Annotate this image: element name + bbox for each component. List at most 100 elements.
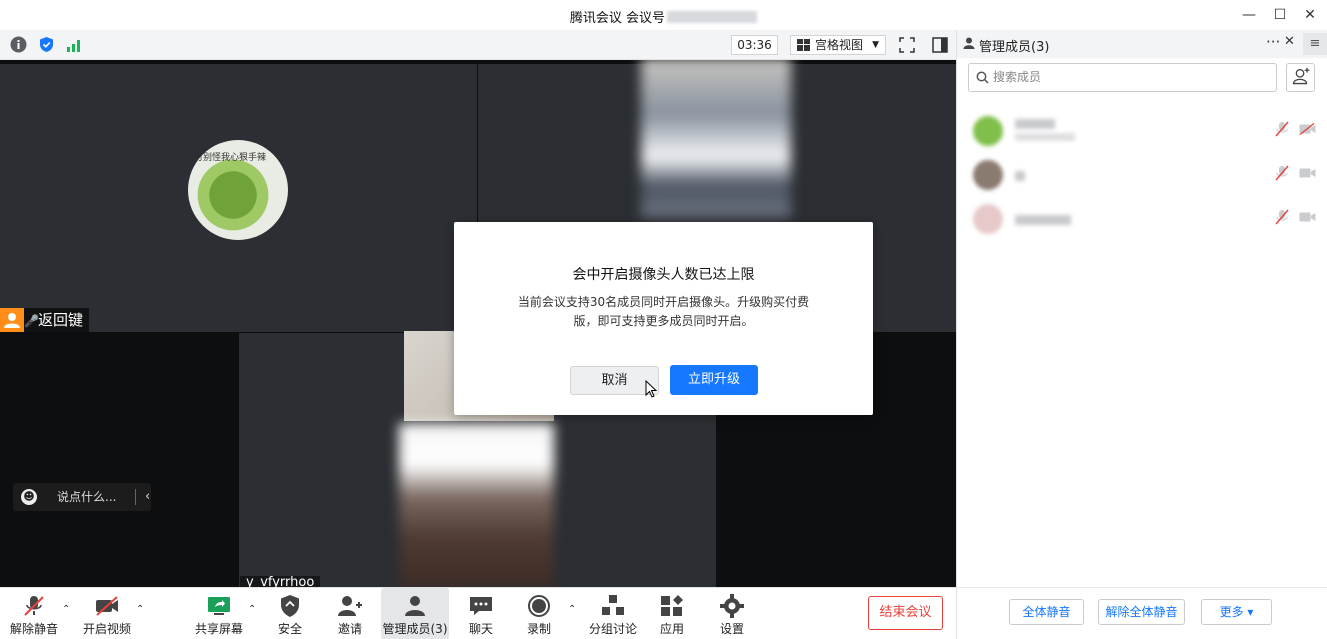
invite-icon [1292,67,1310,85]
mic-muted-icon[interactable] [1275,165,1289,181]
blurred-camera-feed [399,423,554,587]
chevron-up-icon[interactable]: ⌃ [248,604,256,615]
search-icon [976,71,989,84]
member-avatar [973,204,1003,234]
title-bar: 腾讯会议 会议号 — ☐ ✕ [0,0,1327,30]
manage-members-button[interactable]: 管理成员(3) [381,588,449,639]
menu-icon[interactable]: ≡ [1303,33,1327,55]
share-screen-icon [208,597,230,615]
meeting-id-redacted [667,11,758,23]
view-mode-select[interactable]: 宫格视图 ▼ [790,35,886,55]
apps-button[interactable]: 应用 [651,588,693,639]
record-label: 录制 [526,622,551,636]
member-row[interactable] [971,113,1316,149]
panel-header: 管理成员(3) ··· ✕ ≡ [957,30,1327,58]
fullscreen-icon[interactable] [899,37,915,53]
chat-placeholder: 说点什么... [57,490,117,504]
members-panel: 管理成员(3) ··· ✕ ≡ 搜索成员 全体静音 解除全体静音 更多 ▾ [956,30,1327,639]
security-button[interactable]: 安全 [268,588,312,639]
mute-all-button[interactable]: 全体静音 [1009,599,1084,625]
participant-name-bottom: y_vfyrrhoo [240,576,321,587]
dialog-body: 当前会议支持30名成员同时开启摄像头。升级购买付费版，即可支持更多成员同时开启。 [517,295,810,328]
user-icon [0,308,24,332]
chevron-up-icon[interactable]: ⌃ [568,604,576,615]
invite-button[interactable]: 邀请 [328,588,372,639]
upgrade-button[interactable]: 立即升级 [670,365,758,395]
maximize-button[interactable]: ☐ [1269,4,1291,26]
camera-icon[interactable] [1299,211,1316,223]
emoji-icon[interactable]: ☻ [21,489,37,505]
participant-avatar: 可别怪我心狠手辣 [188,140,288,240]
member-name-redacted [1015,215,1071,225]
meeting-timer: 03:36 [731,35,778,55]
minimize-button[interactable]: — [1238,4,1260,26]
chevron-left-icon[interactable]: ‹ [145,483,150,511]
add-user-icon [338,596,362,616]
meeting-toolbar: 03:36 宫格视图 ▼ [0,30,956,60]
member-search-input[interactable]: 搜索成员 [968,63,1277,92]
start-video-button[interactable]: 开启视频 [80,588,134,639]
panel-title: 管理成员(3) [979,40,1050,55]
grid-view-icon [797,39,810,51]
member-row[interactable] [971,157,1316,193]
shield-icon[interactable] [38,36,55,53]
meeting-controls: 解除静音 ⌃ 开启视频 ⌃ 共享屏幕 ⌃ 安全 邀请 管理成员(3) 聊天 录制… [0,587,956,639]
invite-member-button[interactable] [1286,63,1315,92]
settings-label: 设置 [719,622,744,636]
security-label: 安全 [277,622,302,636]
chevron-up-icon[interactable]: ⌃ [62,604,70,615]
participant-name-tag: 🎤返回键 [0,308,90,332]
chevron-up-icon[interactable]: ⌃ [136,604,144,615]
apps-icon [661,595,683,616]
manage-members-label: 管理成员(3) [382,622,448,636]
close-panel-icon[interactable]: ✕ [1284,34,1295,49]
end-meeting-button[interactable]: 结束会议 [868,596,943,630]
share-screen-button[interactable]: 共享屏幕 [192,588,246,639]
window-title-text: 腾讯会议 会议号 [569,11,666,26]
more-options-icon[interactable]: ··· [1266,33,1280,51]
breakout-rooms-button[interactable]: 分组讨论 [586,588,640,639]
settings-button[interactable]: 设置 [711,588,753,639]
camera-limit-dialog: 会中开启摄像头人数已达上限 当前会议支持30名成员同时开启摄像头。升级购买付费版… [454,222,873,415]
camera-off-icon[interactable] [1299,123,1316,135]
signal-strength-icon[interactable] [66,36,83,53]
mouse-cursor-icon [645,380,657,398]
mic-off-icon [24,596,44,616]
member-avatar [973,160,1003,190]
mic-muted-icon: 🎤 [24,314,39,328]
video-tile-1[interactable]: 可别怪我心狠手辣 [0,64,477,332]
invite-label: 邀请 [337,622,362,636]
record-button[interactable]: 录制 [518,588,560,639]
member-avatar [973,116,1003,146]
view-mode-label: 宫格视图 [815,38,864,52]
sidebar-toggle-icon[interactable] [932,37,948,53]
apps-label: 应用 [659,622,684,636]
participant-name: 返回键 [38,311,84,329]
breakout-rooms-label: 分组讨论 [588,622,637,636]
chat-button[interactable]: 聊天 [460,588,502,639]
record-icon [528,595,550,617]
chat-icon [470,597,492,615]
more-button[interactable]: 更多 ▾ [1201,599,1272,625]
window-title: 腾讯会议 会议号 [0,7,1327,26]
camera-icon[interactable] [1299,167,1316,179]
close-button[interactable]: ✕ [1299,4,1321,26]
mic-muted-icon[interactable] [1275,209,1289,225]
chat-label: 聊天 [468,622,493,636]
dialog-title: 会中开启摄像头人数已达上限 [572,267,755,283]
member-row[interactable] [971,201,1316,237]
gear-icon [720,594,744,618]
unmute-button[interactable]: 解除静音 [6,588,62,639]
chevron-down-icon: ▼ [872,40,879,50]
mic-muted-icon[interactable] [1275,121,1289,137]
info-icon[interactable] [10,36,27,53]
search-placeholder: 搜索成员 [993,70,1042,84]
unmute-all-button[interactable]: 解除全体静音 [1098,599,1185,625]
divider [135,489,136,505]
unmute-label: 解除静音 [9,622,58,636]
chat-quick-input[interactable]: ☻ 说点什么... ‹ [13,483,151,511]
start-video-label: 开启视频 [82,622,131,636]
person-icon [963,37,975,49]
share-screen-label: 共享屏幕 [194,622,243,636]
member-role-redacted [1015,133,1075,141]
